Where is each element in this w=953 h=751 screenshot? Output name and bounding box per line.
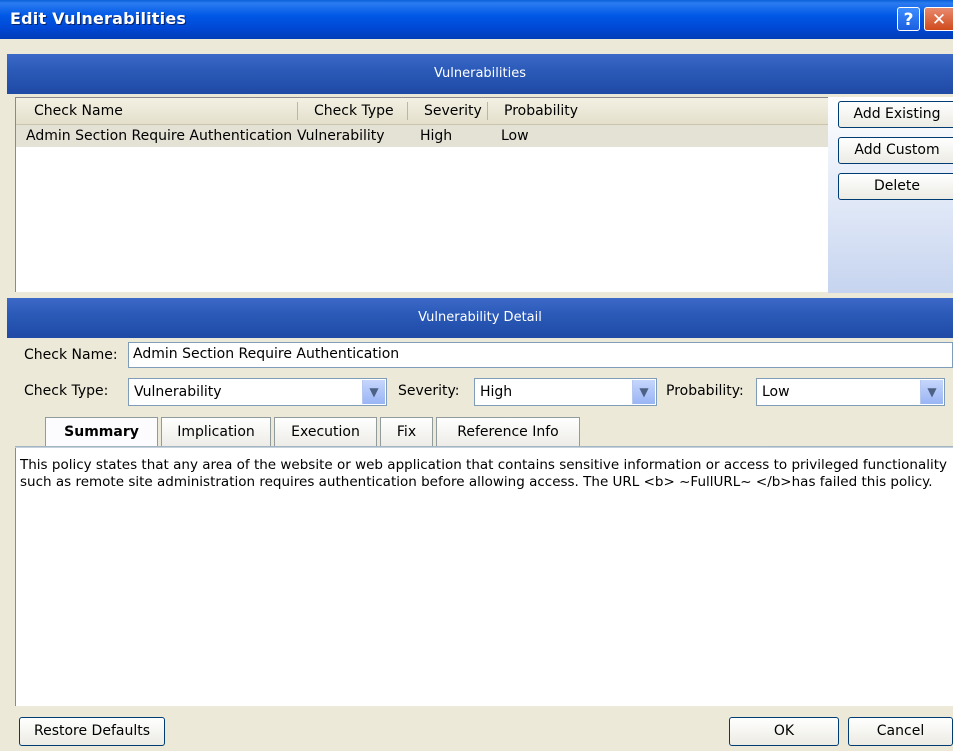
restore-defaults-button[interactable]: Restore Defaults xyxy=(19,717,165,746)
column-header-check-name[interactable]: Check Name xyxy=(34,103,123,119)
check-name-label: Check Name: xyxy=(24,347,118,363)
cancel-button[interactable]: Cancel xyxy=(848,717,953,746)
severity-value: High xyxy=(480,384,513,400)
tab-summary[interactable]: Summary xyxy=(45,417,158,447)
probability-label: Probability: xyxy=(666,383,744,399)
check-type-select[interactable]: Vulnerability ▼ xyxy=(128,378,387,406)
probability-value: Low xyxy=(762,384,790,400)
tab-execution[interactable]: Execution xyxy=(274,417,377,447)
chevron-down-icon[interactable]: ▼ xyxy=(920,380,943,404)
summary-text: This policy states that any area of the … xyxy=(20,457,948,490)
column-header-severity[interactable]: Severity xyxy=(424,103,482,119)
probability-select[interactable]: Low ▼ xyxy=(756,378,945,406)
add-custom-button[interactable]: Add Custom xyxy=(838,137,953,164)
vulnerabilities-list[interactable]: Check Name Check Type Severity Probabili… xyxy=(15,97,828,292)
severity-label: Severity: xyxy=(398,383,460,399)
cell-check-type: Vulnerability xyxy=(297,128,385,144)
help-button[interactable]: ? xyxy=(897,7,920,31)
close-button[interactable]: ✕ xyxy=(924,7,953,31)
check-type-label: Check Type: xyxy=(24,383,109,399)
cell-severity: High xyxy=(420,128,453,144)
table-row[interactable]: Admin Section Require Authentication Vul… xyxy=(16,125,828,147)
column-header-probability[interactable]: Probability xyxy=(504,103,578,119)
delete-button[interactable]: Delete xyxy=(838,173,953,200)
summary-text-area[interactable]: This policy states that any area of the … xyxy=(15,448,953,706)
tab-fix[interactable]: Fix xyxy=(380,417,433,447)
vulnerability-actions-panel: Add Existing Add Custom Delete xyxy=(828,97,953,293)
title-bar[interactable]: Edit Vulnerabilities ? ✕ xyxy=(0,0,953,39)
column-header-check-type[interactable]: Check Type xyxy=(314,103,394,119)
window-title: Edit Vulnerabilities xyxy=(10,9,187,28)
list-header: Check Name Check Type Severity Probabili… xyxy=(16,98,828,125)
tab-implication[interactable]: Implication xyxy=(161,417,271,447)
vulnerabilities-header: Vulnerabilities xyxy=(7,54,953,94)
vulnerability-detail-header: Vulnerability Detail xyxy=(7,298,953,338)
column-divider[interactable] xyxy=(407,102,408,120)
column-divider[interactable] xyxy=(297,102,298,120)
check-type-value: Vulnerability xyxy=(134,384,222,400)
chevron-down-icon[interactable]: ▼ xyxy=(632,380,655,404)
cell-check-name: Admin Section Require Authentication xyxy=(26,128,293,144)
cell-probability: Low xyxy=(501,128,529,144)
severity-select[interactable]: High ▼ xyxy=(474,378,657,406)
check-name-field[interactable]: Admin Section Require Authentication xyxy=(128,342,953,368)
chevron-down-icon[interactable]: ▼ xyxy=(362,380,385,404)
ok-button[interactable]: OK xyxy=(729,717,839,746)
tab-reference-info[interactable]: Reference Info xyxy=(436,417,580,447)
add-existing-button[interactable]: Add Existing xyxy=(838,101,953,128)
column-divider[interactable] xyxy=(487,102,488,120)
